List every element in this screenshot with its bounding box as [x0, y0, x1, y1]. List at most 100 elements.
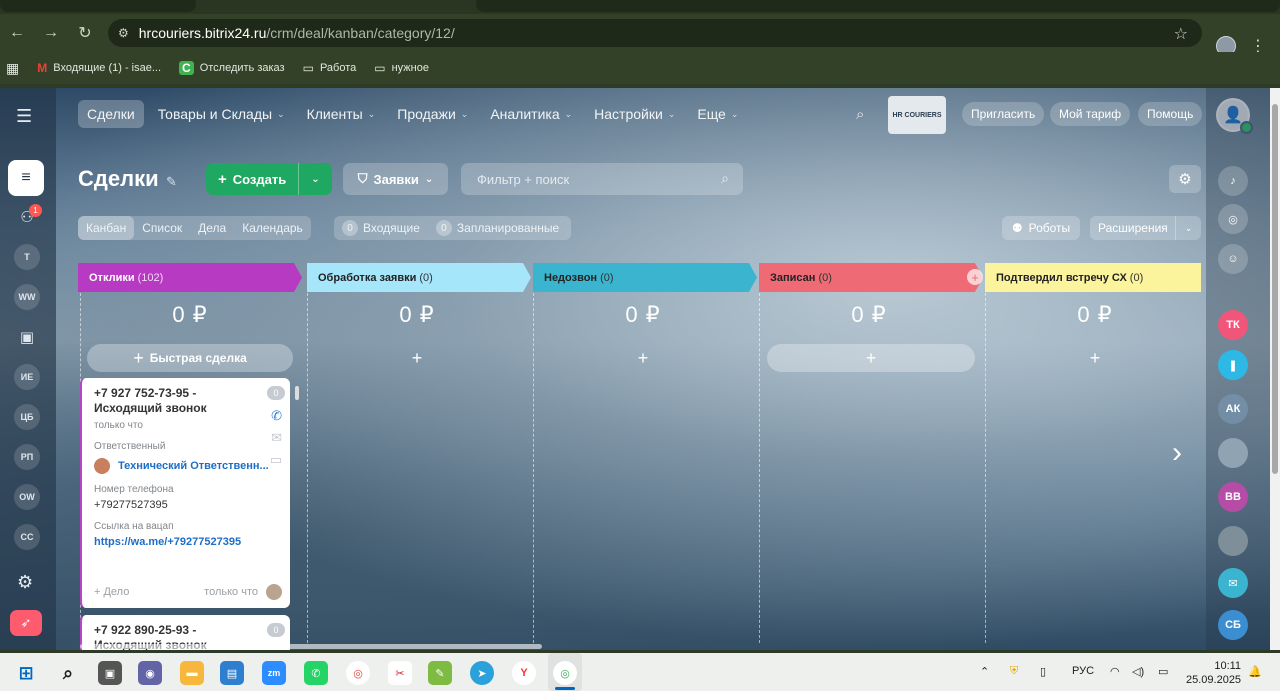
tray-chevron-icon[interactable]: ⌃ [980, 665, 989, 678]
chevron-right-icon[interactable]: › [1172, 436, 1182, 470]
reload-icon[interactable]: ↻ [68, 16, 102, 50]
tab-kanban[interactable]: Канбан [78, 216, 135, 240]
nav-settings[interactable]: Настройки ⌄ [594, 106, 675, 122]
language-indicator[interactable]: РУС [1072, 665, 1094, 677]
kanban-settings-icon[interactable]: ⚙ [1169, 165, 1201, 193]
sidebar-item-ww[interactable]: WW [14, 284, 40, 310]
company-logo[interactable]: HR COURIERS [888, 96, 946, 134]
contact-tk[interactable]: ТК [1218, 310, 1248, 340]
wifi-icon[interactable]: ◠ [1110, 665, 1120, 678]
column-header-no-answer[interactable]: Недозвон (0) [533, 263, 757, 292]
snipping-tool-icon[interactable]: ✂ [388, 661, 412, 685]
contact-sb[interactable]: СБ [1218, 610, 1248, 640]
nav-clients[interactable]: Клиенты ⌄ [307, 106, 376, 122]
robots-button[interactable]: ⚉ Роботы [1002, 216, 1080, 240]
bookmark-folder-work[interactable]: ▭ Работа [303, 61, 357, 75]
windows-start-icon[interactable]: ⊞ [14, 661, 38, 685]
menu-icon[interactable]: ☰ [16, 106, 32, 127]
nav-deals[interactable]: Сделки [78, 100, 144, 128]
filter-search-input[interactable]: Фильтр + поиск ⌕ [461, 163, 743, 195]
paint-icon[interactable]: ✎ [428, 661, 452, 685]
nav-goods[interactable]: Товары и Склады ⌄ [158, 106, 285, 122]
volume-icon[interactable]: ◁) [1132, 665, 1144, 678]
chat-icon[interactable]: ▭ [270, 452, 282, 468]
scroll-thumb[interactable] [1272, 104, 1278, 474]
deal-card[interactable]: +7 927 752-73-95 - Исходящий звонок толь… [80, 378, 290, 608]
store-icon[interactable]: ▤ [220, 661, 244, 685]
telegram-icon[interactable]: ➤ [470, 661, 494, 685]
search-icon[interactable]: ⌕ [856, 106, 864, 123]
back-icon[interactable]: ← [0, 16, 34, 50]
notification-bell-icon[interactable]: 🔔 [1248, 665, 1262, 678]
whatsapp-link[interactable]: https://wa.me/+79277527395 [94, 536, 280, 548]
forward-icon[interactable]: → [34, 16, 68, 50]
tariff-button[interactable]: Мой тариф [1050, 102, 1131, 126]
bell-icon[interactable]: ♪ [1218, 166, 1248, 196]
address-bar[interactable]: ⚙ hrcouriers.bitrix24.ru/crm/deal/kanban… [108, 19, 1202, 47]
mail-icon[interactable]: ✉ [271, 430, 282, 446]
nav-sales[interactable]: Продажи ⌄ [397, 106, 468, 122]
browser-tab[interactable] [0, 0, 196, 12]
tab-calendar[interactable]: Календарь [234, 216, 311, 240]
column-header-booked[interactable]: Записан (0) [759, 263, 983, 292]
quick-deal-button[interactable]: + Быстрая сделка [87, 344, 293, 372]
add-deal-button[interactable]: + [540, 344, 746, 372]
add-column-icon[interactable]: + [967, 269, 983, 285]
chat-group-icon[interactable]: ✉ [1218, 568, 1248, 598]
rocket-icon[interactable]: ➶ [10, 610, 42, 636]
bookmark-track-order[interactable]: C Отследить заказ [179, 61, 285, 75]
apps-grid-icon[interactable]: ▦ [6, 60, 19, 77]
bookmark-icon[interactable]: ❚ [1218, 350, 1248, 380]
add-deal-button[interactable]: + [314, 344, 520, 372]
sidebar-item-ie[interactable]: ИЕ [14, 364, 40, 390]
phone-icon[interactable]: ✆ [271, 408, 282, 424]
system-clock[interactable]: 10:11 25.09.2025 [1186, 659, 1241, 687]
chrome-icon[interactable]: ◎ [346, 661, 370, 685]
security-shield-icon[interactable]: ⛨ [1010, 665, 1018, 678]
tab-list[interactable]: Список [134, 216, 190, 240]
copilot-icon[interactable]: ◎ [1218, 204, 1248, 234]
create-button[interactable]: + Создать ⌄ [206, 163, 332, 195]
sidebar-item-ow[interactable]: OW [14, 484, 40, 510]
chrome-profile-icon[interactable]: ◎ [553, 661, 577, 685]
column-scrollbar[interactable] [294, 380, 300, 640]
sidebar-item-cc[interactable]: СС [14, 524, 40, 550]
settings-gear-icon[interactable]: ⚙ [17, 572, 33, 593]
invite-button[interactable]: Пригласить [962, 102, 1045, 126]
zoom-icon[interactable]: zm [262, 661, 286, 685]
search-icon[interactable]: ⌕ [721, 170, 729, 187]
horizontal-scrollbar[interactable] [80, 644, 542, 649]
bookmark-star-icon[interactable]: ☆ [1174, 24, 1188, 44]
column-header-responses[interactable]: Отклики (102) [78, 263, 302, 292]
column-header-confirmed[interactable]: Подтвердил встречу СХ (0) [985, 263, 1201, 292]
teams-icon[interactable]: ◉ [138, 661, 162, 685]
help-button[interactable]: Помощь [1138, 102, 1203, 126]
contact-avatar[interactable] [1218, 526, 1248, 556]
sidebar-item-cb[interactable]: ЦБ [14, 404, 40, 430]
scroll-thumb[interactable] [295, 386, 299, 400]
column-header-processing[interactable]: Обработка заявки (0) [307, 263, 531, 292]
add-deal-button[interactable]: + [767, 344, 975, 372]
battery-icon[interactable]: ▭ [1158, 665, 1168, 678]
nav-analytics[interactable]: Аналитика ⌄ [490, 106, 572, 122]
support-chat-icon[interactable]: ☺ [1218, 244, 1248, 274]
file-explorer-icon[interactable]: ▬ [180, 661, 204, 685]
add-task-button[interactable]: + Дело [94, 586, 129, 598]
add-deal-button[interactable]: + [992, 344, 1198, 372]
whatsapp-icon[interactable]: ✆ [304, 661, 328, 685]
chevron-down-icon[interactable]: ⌄ [298, 163, 332, 195]
crm-filter-icon[interactable]: ≡ [8, 160, 44, 196]
deal-title[interactable]: +7 927 752-73-95 - Исходящий звонок [94, 386, 264, 416]
extensions-button[interactable]: Расширения ⌄ [1090, 216, 1201, 240]
bookmark-folder-needed[interactable]: ▭ нужное [374, 61, 429, 75]
yandex-browser-icon[interactable]: Y [512, 661, 536, 685]
counter-planned[interactable]: 0 Запланированные [435, 220, 559, 236]
sidebar-item-t[interactable]: Т [14, 244, 40, 270]
video-screen-icon[interactable]: ▣ [14, 324, 40, 350]
contact-avatar[interactable] [1218, 438, 1248, 468]
page-scrollbar[interactable] [1270, 88, 1280, 650]
responsible-link[interactable]: Технический Ответственн... [118, 460, 269, 472]
tab-tasks[interactable]: Дела [190, 216, 234, 240]
browser-tab[interactable] [476, 0, 1280, 12]
usb-icon[interactable]: ▯ [1040, 665, 1046, 678]
